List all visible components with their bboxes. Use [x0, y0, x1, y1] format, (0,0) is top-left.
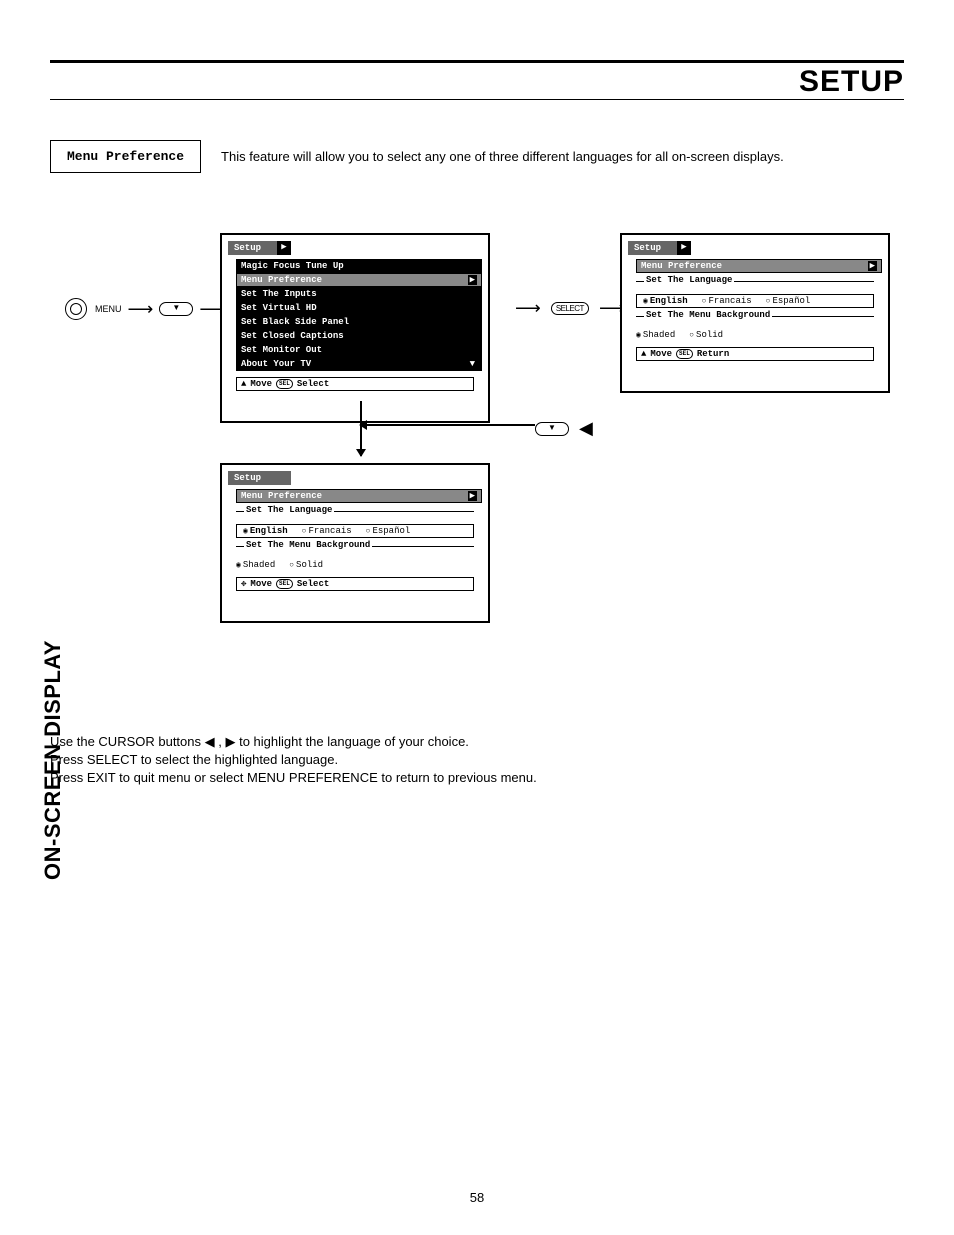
allarrow-icon: ✥ — [241, 579, 246, 589]
menu-item[interactable]: Set Closed Captions — [236, 329, 482, 343]
chevron-right-icon: ▶ — [868, 261, 877, 271]
radio-english[interactable]: English — [643, 296, 688, 306]
radio-english[interactable]: English — [243, 526, 288, 536]
arrow-left-icon: ◀ — [579, 418, 593, 439]
menu-item[interactable]: Set The Inputs — [236, 287, 482, 301]
select-icon: SEL — [276, 379, 293, 389]
select-icon: SEL — [276, 579, 293, 589]
osd-setup-menu: Setup▶ Magic Focus Tune Up Menu Preferen… — [220, 233, 490, 423]
menu-item[interactable]: Magic Focus Tune Up — [236, 259, 482, 273]
radio-solid[interactable]: Solid — [289, 560, 323, 570]
radio-shaded[interactable]: Shaded — [236, 560, 275, 570]
connector-line — [360, 424, 535, 426]
osd-title: Setup▶ — [628, 241, 691, 255]
background-options[interactable]: Shaded Solid — [236, 559, 474, 571]
chevron-right-icon: ▶ — [468, 275, 477, 285]
chevron-right-icon: ▶ — [677, 241, 691, 255]
menu-item[interactable]: Set Black Side Panel — [236, 315, 482, 329]
chevron-down-icon: ▼ — [468, 359, 477, 369]
group-label: Set The Language — [644, 275, 734, 285]
menu-item-selected[interactable]: Menu Preference▶ — [236, 273, 482, 287]
osd-title: Setup — [228, 471, 291, 485]
radio-shaded[interactable]: Shaded — [636, 330, 675, 340]
osd-footer: ▲ Move SEL Select — [236, 377, 474, 391]
right-arrow-glyph: ▶ — [225, 734, 235, 749]
intro-text: This feature will allow you to select an… — [221, 149, 904, 164]
group-label: Set The Menu Background — [244, 540, 372, 550]
radio-espanol[interactable]: Español — [366, 526, 411, 536]
osd-footer: ✥ Move SEL Select — [236, 577, 474, 591]
radio-solid[interactable]: Solid — [689, 330, 723, 340]
group-label: Set The Menu Background — [644, 310, 772, 320]
menu-item[interactable]: Set Virtual HD — [236, 301, 482, 315]
osd-menu-preference: Setup▶ Menu Preference▶ Set The Language… — [620, 233, 890, 393]
menu-dial-icon — [65, 298, 87, 320]
radio-espanol[interactable]: Español — [766, 296, 811, 306]
arrow-icon: ⟶ — [515, 298, 541, 319]
osd-title: Setup▶ — [228, 241, 291, 255]
updown-icon: ▲ — [641, 349, 646, 359]
menu-item-selected[interactable]: Menu Preference▶ — [236, 489, 482, 503]
menu-item-selected[interactable]: Menu Preference▶ — [636, 259, 882, 273]
menu-preference-heading: Menu Preference — [50, 140, 201, 173]
instructions-block: Use the CURSOR buttons ◀ , ▶ to highligh… — [50, 733, 904, 788]
flow-diagram: MENU ⟶ ⟶ Setup▶ Magic Focus Tune Up Menu… — [65, 233, 904, 653]
select-button-icon: SELECT — [551, 302, 589, 315]
menu-dial-label: MENU — [95, 304, 122, 314]
arrow-icon: ⟶ — [128, 299, 154, 320]
cursor-down-icon — [159, 302, 193, 316]
background-options[interactable]: Shaded Solid — [636, 329, 874, 341]
radio-francais[interactable]: Francais — [302, 526, 352, 536]
osd-menu-preference-select: Setup Menu Preference▶ Set The Language … — [220, 463, 490, 623]
radio-francais[interactable]: Francais — [702, 296, 752, 306]
chevron-right-icon: ▶ — [277, 241, 291, 255]
menu-item[interactable]: Set Monitor Out — [236, 343, 482, 357]
page-title: SETUP — [50, 65, 904, 100]
left-arrow-glyph: ◀ — [205, 734, 215, 749]
section-side-tab: ON-SCREEN DISPLAY — [40, 640, 66, 880]
select-icon: SEL — [676, 349, 693, 359]
updown-icon: ▲ — [241, 379, 246, 389]
cursor-down-icon — [535, 422, 569, 436]
chevron-right-icon: ▶ — [468, 491, 477, 501]
osd-footer: ▲ Move SEL Return — [636, 347, 874, 361]
language-options[interactable]: English Francais Español — [236, 524, 474, 538]
menu-item[interactable]: About Your TV▼ — [236, 357, 482, 371]
group-label: Set The Language — [244, 505, 334, 515]
page-number: 58 — [0, 1190, 954, 1205]
language-options[interactable]: English Francais Español — [636, 294, 874, 308]
